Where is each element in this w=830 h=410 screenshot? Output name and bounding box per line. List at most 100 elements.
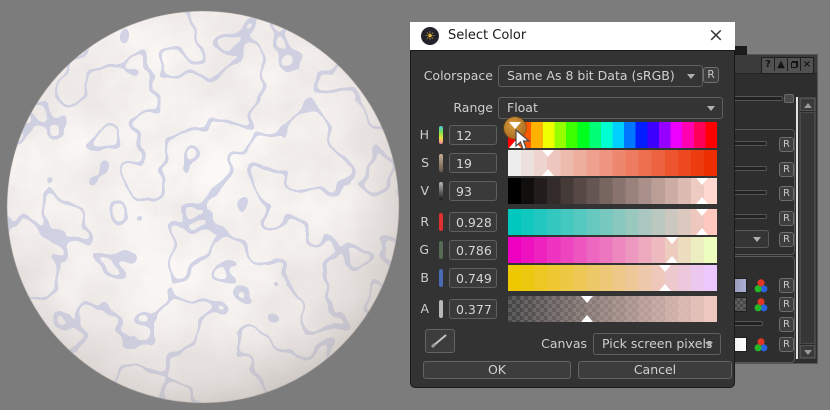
slider-marker-top[interactable] (666, 237, 678, 244)
scroll-down-button[interactable] (800, 345, 815, 358)
slider-marker-bottom[interactable] (696, 197, 708, 204)
slider-marker-bottom[interactable] (509, 141, 521, 148)
channel-value-input[interactable] (449, 125, 497, 145)
channel-slider-bar[interactable] (508, 122, 717, 148)
reset-button[interactable]: R (779, 186, 794, 201)
channel-slider-bar[interactable] (508, 150, 717, 176)
slider-marker-bottom[interactable] (542, 169, 554, 176)
channel-row-b: B (411, 265, 734, 291)
slider-marker-top[interactable] (696, 209, 708, 216)
canvas-value: Pick screen pixels (602, 336, 712, 351)
collapse-icon[interactable]: ▲ (774, 58, 787, 71)
colorspace-dropdown[interactable]: Same As 8 bit Data (sRGB) (498, 65, 703, 87)
channel-color-icon (439, 269, 443, 287)
slider-marker-bottom[interactable] (659, 284, 671, 291)
channel-label: S (413, 150, 429, 176)
panel-scrollbar[interactable] (799, 97, 816, 359)
viewport-canvas[interactable] (0, 0, 430, 410)
reset-button[interactable]: R (779, 211, 794, 226)
rgb-color-icon[interactable] (753, 337, 769, 352)
attribute-editor-panel: ? ▲ × R R R R R (728, 54, 818, 364)
slider-gradient (508, 209, 717, 235)
slider-gradient (508, 178, 717, 204)
channel-label: H (413, 122, 429, 148)
reset-button[interactable]: R (779, 317, 794, 332)
rgb-color-icon[interactable] (753, 297, 769, 312)
slider-marker-top[interactable] (509, 122, 521, 129)
slider-marker-bottom[interactable] (696, 228, 708, 235)
help-icon[interactable]: ? (762, 58, 774, 71)
close-icon[interactable]: × (706, 22, 726, 50)
channel-row-a: A (411, 296, 734, 322)
channel-label: A (413, 296, 429, 322)
rgb-color-icon[interactable] (753, 278, 769, 293)
slider-marker-top[interactable] (542, 150, 554, 157)
channel-row-v: V (411, 178, 734, 204)
range-value: Float (507, 100, 538, 115)
app-sun-icon: ☀ (421, 27, 439, 45)
colorspace-reset-button[interactable]: R (703, 67, 719, 83)
slider-gradient (508, 237, 717, 263)
panel-window-buttons: ? ▲ × (761, 57, 814, 74)
panel-slider-track[interactable] (728, 96, 783, 101)
slider-marker-top[interactable] (696, 178, 708, 185)
slider-marker-bottom[interactable] (581, 315, 593, 322)
reset-button[interactable]: R (779, 337, 794, 352)
dialog-body: Colorspace Same As 8 bit Data (sRGB) R R… (410, 50, 735, 388)
range-label: Range (411, 97, 493, 119)
channel-label: V (413, 178, 429, 204)
slider-gradient (508, 150, 717, 176)
scrollbar-thumb[interactable] (800, 112, 815, 344)
cancel-button[interactable]: Cancel (578, 361, 732, 379)
eyedropper-icon (426, 330, 454, 352)
channel-color-icon (439, 213, 443, 231)
canvas-label: Canvas (507, 333, 587, 355)
channel-slider-bar[interactable] (508, 237, 717, 263)
channel-slider-bar[interactable] (508, 296, 717, 322)
channel-color-icon (439, 154, 443, 172)
channel-color-icon (439, 241, 443, 259)
canvas-dropdown[interactable]: Pick screen pixels (593, 333, 721, 355)
reset-button[interactable]: R (779, 278, 794, 293)
channel-value-input[interactable] (449, 299, 497, 319)
channel-row-h: H (411, 122, 734, 148)
channel-value-input[interactable] (449, 268, 497, 288)
ok-button[interactable]: OK (423, 361, 571, 379)
channel-row-s: S (411, 150, 734, 176)
slider-marker-top[interactable] (581, 296, 593, 303)
channel-color-icon (439, 182, 443, 200)
colorspace-label: Colorspace (411, 65, 493, 87)
eyedropper-button[interactable] (425, 329, 455, 353)
channel-slider-bar[interactable] (508, 265, 717, 291)
channel-slider-bar[interactable] (508, 209, 717, 235)
channel-value-input[interactable] (449, 181, 497, 201)
scroll-up-button[interactable] (800, 98, 815, 111)
dialog-title: Select Color (448, 22, 526, 50)
channel-label: R (413, 209, 429, 235)
channel-row-r: R (411, 209, 734, 235)
marble-sphere (0, 0, 430, 410)
reset-button[interactable]: R (779, 137, 794, 152)
slider-marker-top[interactable] (659, 265, 671, 272)
channel-value-input[interactable] (449, 240, 497, 260)
reset-button[interactable]: R (779, 297, 794, 312)
colorspace-value: Same As 8 bit Data (sRGB) (507, 68, 675, 83)
channel-color-icon (439, 300, 443, 318)
channel-value-input[interactable] (449, 153, 497, 173)
slider-gradient (508, 265, 717, 291)
application-window: ? ▲ × R R R R R (0, 0, 830, 410)
dialog-titlebar[interactable]: ☀ Select Color × (410, 22, 735, 50)
channel-value-input[interactable] (449, 212, 497, 232)
range-dropdown[interactable]: Float (498, 97, 723, 119)
close-panel-icon[interactable]: × (800, 58, 813, 71)
channel-label: G (413, 237, 429, 263)
channel-color-icon (439, 126, 443, 144)
panel-slider-handle[interactable] (784, 94, 794, 103)
restore-window-icon[interactable] (787, 58, 800, 71)
reset-button[interactable]: R (779, 162, 794, 177)
reset-button[interactable]: R (779, 232, 794, 247)
slider-gradient (508, 296, 717, 322)
channel-slider-bar[interactable] (508, 178, 717, 204)
chevron-down-icon (707, 106, 715, 111)
slider-marker-bottom[interactable] (666, 256, 678, 263)
